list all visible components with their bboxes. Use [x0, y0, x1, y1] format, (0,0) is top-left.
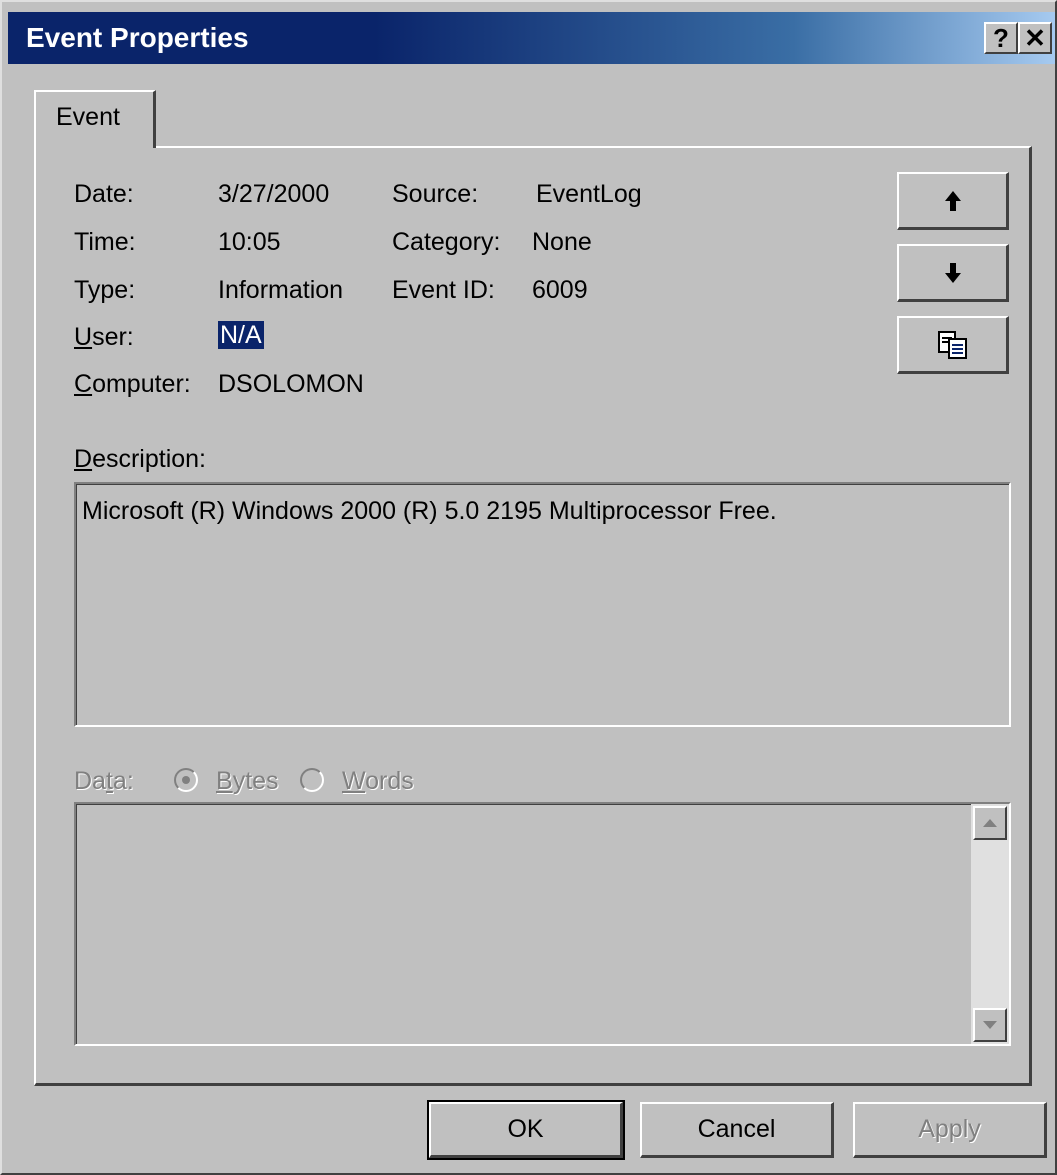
- category-value[interactable]: None: [532, 227, 592, 257]
- bytes-label-mnemonic: B: [216, 767, 233, 795]
- ok-button[interactable]: OK: [427, 1100, 625, 1160]
- source-value[interactable]: EventLog: [536, 179, 642, 209]
- category-label: Category:: [392, 228, 501, 256]
- event-properties-window: Event Properties ? ✕ Event Date: 3/27/20…: [0, 0, 1057, 1175]
- user-value-text: N/A: [218, 321, 264, 349]
- previous-event-button[interactable]: [897, 172, 1009, 230]
- user-value[interactable]: N/A: [218, 320, 264, 350]
- user-label-rest: ser:: [92, 323, 134, 351]
- data-label: Data:: [74, 766, 134, 796]
- tab-event[interactable]: Event: [34, 90, 156, 148]
- words-label-rest: ords: [365, 767, 414, 795]
- bytes-label[interactable]: Bytes: [216, 766, 279, 796]
- data-scrollbar[interactable]: [971, 804, 1009, 1044]
- data-label-post: a:: [112, 767, 134, 795]
- bytes-radio[interactable]: [174, 768, 198, 792]
- close-icon: ✕: [1024, 23, 1046, 53]
- next-event-button[interactable]: [897, 244, 1009, 302]
- event-id-label: Event ID:: [392, 276, 495, 304]
- source-label: Source:: [392, 180, 479, 208]
- words-label[interactable]: Words: [342, 766, 414, 796]
- user-label-mnemonic: U: [74, 323, 93, 351]
- scroll-down-button[interactable]: [973, 1008, 1007, 1042]
- description-label-mnemonic: D: [74, 445, 93, 473]
- help-button[interactable]: ?: [984, 22, 1018, 54]
- data-label-pre: Da: [74, 767, 106, 795]
- description-text: Microsoft (R) Windows 2000 (R) 5.0 2195 …: [82, 497, 777, 525]
- words-label-mnemonic: W: [342, 767, 366, 795]
- description-label-rest: escription:: [92, 445, 207, 473]
- date-value: 3/27/2000: [218, 180, 330, 208]
- computer-label-mnemonic: C: [74, 370, 93, 398]
- description-textbox[interactable]: Microsoft (R) Windows 2000 (R) 5.0 2195 …: [74, 482, 1011, 727]
- data-textbox[interactable]: [74, 802, 1011, 1046]
- arrow-up-icon: [944, 190, 961, 211]
- title-bar[interactable]: Event Properties ? ✕: [8, 12, 1055, 64]
- time-value: 10:05: [218, 228, 281, 256]
- computer-label-rest: omputer:: [92, 370, 191, 398]
- help-icon: ?: [993, 23, 1009, 53]
- close-button[interactable]: ✕: [1018, 22, 1052, 54]
- tab-event-label: Event: [56, 103, 120, 131]
- type-value: Information: [218, 276, 344, 304]
- date-label: Date:: [74, 180, 134, 208]
- user-label: User:: [74, 322, 134, 352]
- apply-button[interactable]: Apply: [853, 1102, 1047, 1158]
- data-label-mnemonic: t: [105, 767, 113, 795]
- arrow-down-icon: [944, 262, 961, 283]
- words-radio[interactable]: [300, 768, 324, 792]
- type-label: Type:: [74, 276, 136, 304]
- computer-label: Computer:: [74, 369, 191, 399]
- scroll-down-arrow-icon: [983, 1021, 997, 1029]
- description-label: Description:: [74, 444, 206, 474]
- copy-icon: [937, 330, 967, 359]
- cancel-button[interactable]: Cancel: [640, 1102, 834, 1158]
- copy-button[interactable]: [897, 316, 1009, 374]
- window-title: Event Properties: [26, 22, 249, 53]
- scroll-up-arrow-icon: [983, 819, 997, 827]
- scroll-up-button[interactable]: [973, 806, 1007, 840]
- bytes-radio-dot: [182, 776, 190, 784]
- computer-value[interactable]: DSOLOMON: [218, 369, 364, 399]
- event-id-value[interactable]: 6009: [532, 275, 588, 305]
- time-label: Time:: [74, 228, 136, 256]
- bytes-label-rest: ytes: [232, 767, 279, 795]
